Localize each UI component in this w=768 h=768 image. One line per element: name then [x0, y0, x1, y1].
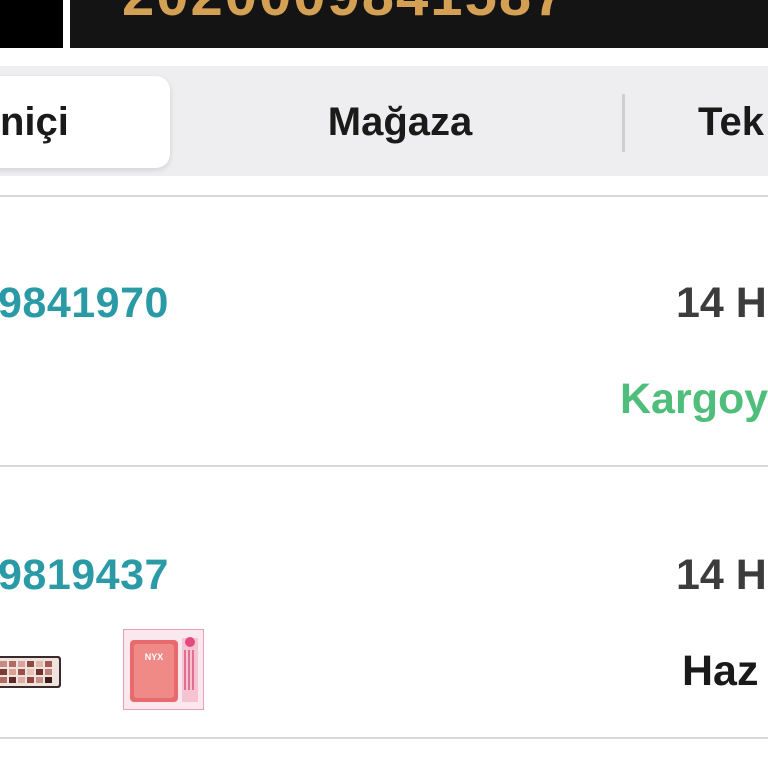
divider	[0, 737, 768, 739]
banner-left-block	[0, 0, 63, 48]
segmented-control: niçi Mağaza Tek	[0, 66, 768, 176]
order-status: Haz	[682, 647, 759, 695]
tab-right[interactable]: Tek	[698, 76, 768, 168]
order-date: 14 H	[676, 279, 767, 327]
tab-store[interactable]: Mağaza	[260, 76, 540, 168]
divider	[0, 195, 768, 197]
order-status: Kargoy	[620, 375, 768, 423]
divider	[0, 465, 768, 467]
tracking-code-box: 2020009841587	[70, 0, 768, 48]
nyx-blush-icon[interactable]: NYX	[123, 629, 204, 710]
screen: 2020009841587 niçi Mağaza Tek 9841970 14…	[0, 0, 768, 768]
eyeshadow-palette-icon[interactable]	[0, 652, 62, 692]
order-number[interactable]: 9819437	[0, 551, 169, 600]
order-date: 14 H	[676, 551, 767, 599]
top-banner: 2020009841587	[0, 0, 768, 48]
tracking-code: 2020009841587	[122, 0, 567, 29]
order-number[interactable]: 9841970	[0, 279, 169, 328]
blush-product-image: NYX	[124, 630, 203, 709]
tab-active[interactable]: niçi	[0, 76, 170, 168]
nyx-brand-text: NYX	[145, 652, 164, 662]
tab-divider	[622, 94, 625, 152]
